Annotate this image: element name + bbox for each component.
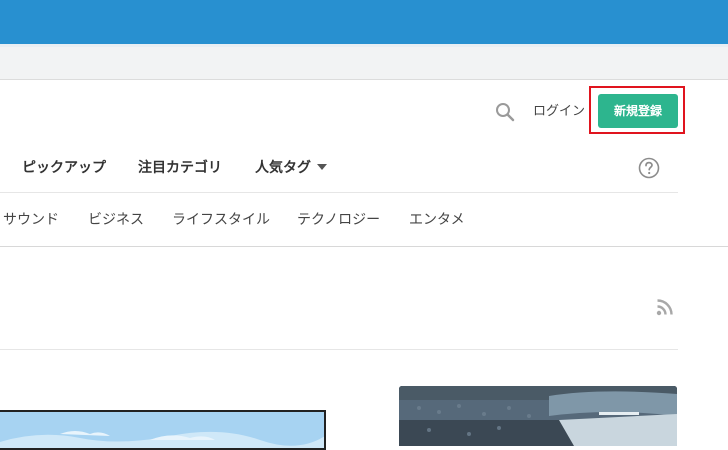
category-entertainment[interactable]: エンタメ (409, 210, 465, 230)
chevron-down-icon[interactable] (317, 164, 327, 170)
nav-divider (0, 192, 678, 193)
section-divider (0, 349, 678, 350)
category-business[interactable]: ビジネス (88, 210, 144, 230)
browser-title-bar (0, 0, 728, 44)
toolbar-strip (0, 47, 728, 80)
nav-item-popular-tags[interactable]: 人気タグ (255, 158, 311, 178)
category-divider (0, 246, 728, 247)
search-icon[interactable] (494, 101, 516, 123)
nav-item-pickup[interactable]: ピックアップ (22, 158, 106, 178)
question-circle-icon[interactable] (638, 157, 660, 179)
rss-icon[interactable] (656, 298, 674, 316)
category-lifestyle[interactable]: ライフスタイル (172, 210, 270, 230)
category-technology[interactable]: テクノロジー (297, 210, 380, 230)
nav-item-featured-categories[interactable]: 注目カテゴリ (138, 158, 222, 178)
login-link[interactable]: ログイン (533, 103, 585, 121)
category-sound[interactable]: サウンド (3, 210, 59, 230)
article-illustration-thumbnail[interactable] (0, 410, 326, 450)
signup-highlight-box (589, 86, 685, 134)
stadium-photo-thumbnail[interactable] (399, 386, 677, 446)
